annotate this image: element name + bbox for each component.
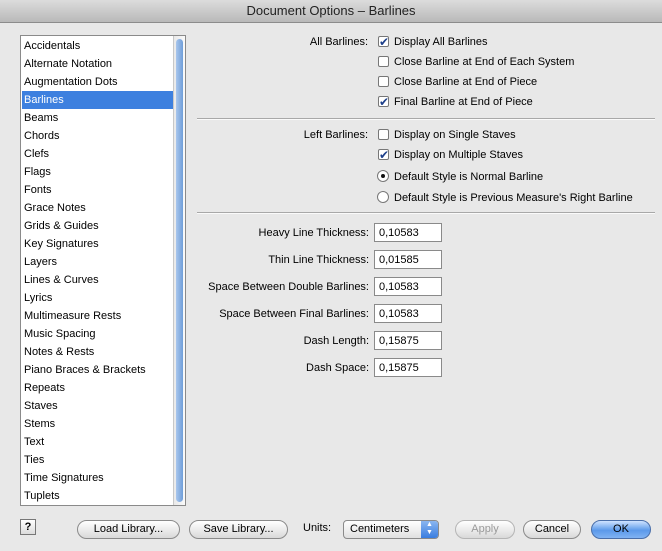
cancel-button[interactable]: Cancel (523, 520, 581, 539)
dash-space-input[interactable] (374, 358, 442, 377)
sidebar-item[interactable]: Music Spacing (22, 325, 173, 343)
document-options-window: Document Options – Barlines Accidentals A… (0, 0, 662, 551)
heavy-line-thickness-input[interactable] (374, 223, 442, 242)
sidebar-item[interactable]: Grids & Guides (22, 217, 173, 235)
sidebar-item[interactable]: Layers (22, 253, 173, 271)
sidebar-item[interactable]: Ties (22, 451, 173, 469)
display-single-staves-checkbox[interactable] (378, 129, 389, 140)
final-barline-end-piece-option[interactable]: Final Barline at End of Piece (378, 93, 533, 111)
sidebar-item[interactable]: Time Signatures (22, 469, 173, 487)
close-barline-end-piece-option[interactable]: Close Barline at End of Piece (378, 73, 537, 91)
sidebar-item[interactable]: Piano Braces & Brackets (22, 361, 173, 379)
ok-button[interactable]: OK (591, 520, 651, 539)
final-barline-end-piece-checkbox[interactable] (378, 93, 389, 111)
thin-line-thickness-label: Thin Line Thickness: (268, 254, 369, 266)
left-barlines-label: Left Barlines: (303, 129, 368, 141)
sidebar-item[interactable]: Beams (22, 109, 173, 127)
sidebar-item[interactable]: Barlines (22, 91, 173, 109)
category-list[interactable]: Accidentals Alternate Notation Augmentatio… (20, 35, 186, 506)
display-multiple-staves-checkbox[interactable] (378, 146, 389, 164)
space-final-barlines-input[interactable] (374, 304, 442, 323)
sidebar-item[interactable]: Grace Notes (22, 199, 173, 217)
sidebar-item[interactable]: Accidentals (22, 37, 173, 55)
default-previous-measure-option[interactable]: Default Style is Previous Measure's Righ… (377, 189, 633, 207)
sidebar-item[interactable]: Clefs (22, 145, 173, 163)
space-double-barlines-label: Space Between Double Barlines: (208, 281, 369, 293)
sidebar-item[interactable]: Alternate Notation (22, 55, 173, 73)
default-normal-barline-option[interactable]: Default Style is Normal Barline (377, 168, 543, 186)
display-multiple-staves-option[interactable]: Display on Multiple Staves (378, 146, 523, 164)
help-icon[interactable]: ? (20, 519, 36, 535)
display-all-barlines-checkbox[interactable] (378, 33, 389, 51)
sidebar-item[interactable]: Text (22, 433, 173, 451)
sidebar-item[interactable]: Flags (22, 163, 173, 181)
sidebar-item[interactable]: Notes & Rests (22, 343, 173, 361)
sidebar-item[interactable]: Lines & Curves (22, 271, 173, 289)
sidebar-item[interactable]: Fonts (22, 181, 173, 199)
sidebar-item[interactable]: Repeats (22, 379, 173, 397)
units-value: Centimeters (350, 523, 410, 535)
dash-length-input[interactable] (374, 331, 442, 350)
sidebar-item[interactable]: Key Signatures (22, 235, 173, 253)
apply-button[interactable]: Apply (455, 520, 515, 539)
sidebar-item[interactable]: Chords (22, 127, 173, 145)
thin-line-thickness-input[interactable] (374, 250, 442, 269)
sidebar-item[interactable]: Multimeasure Rests (22, 307, 173, 325)
close-barline-each-system-option[interactable]: Close Barline at End of Each System (378, 53, 574, 71)
default-normal-barline-radio[interactable] (377, 170, 389, 182)
space-final-barlines-label: Space Between Final Barlines: (219, 308, 369, 320)
category-scrollbar[interactable] (173, 36, 185, 505)
all-barlines-label: All Barlines: (309, 36, 368, 48)
sidebar-item[interactable]: Tuplets (22, 487, 173, 505)
units-label: Units: (303, 522, 332, 534)
sidebar-item[interactable]: Stems (22, 415, 173, 433)
updown-arrows-icon: ▲ ▼ (421, 521, 438, 538)
dash-space-label: Dash Space: (306, 362, 369, 374)
close-barline-end-piece-checkbox[interactable] (378, 76, 389, 87)
category-list-items: Accidentals Alternate Notation Augmentatio… (22, 37, 173, 505)
heavy-line-thickness-label: Heavy Line Thickness: (258, 227, 369, 239)
separator (197, 118, 655, 120)
default-previous-measure-radio[interactable] (377, 191, 389, 203)
window-title: Document Options – Barlines (0, 0, 662, 23)
separator (197, 212, 655, 214)
scroll-thumb[interactable] (176, 39, 183, 502)
display-single-staves-option[interactable]: Display on Single Staves (378, 126, 516, 144)
save-library-button[interactable]: Save Library... (189, 520, 288, 539)
display-all-barlines-option[interactable]: Display All Barlines (378, 33, 488, 51)
sidebar-item[interactable]: Staves (22, 397, 173, 415)
space-double-barlines-input[interactable] (374, 277, 442, 296)
sidebar-item[interactable]: Augmentation Dots (22, 73, 173, 91)
close-barline-each-system-checkbox[interactable] (378, 56, 389, 67)
units-select[interactable]: Centimeters ▲ ▼ (343, 520, 439, 539)
load-library-button[interactable]: Load Library... (77, 520, 180, 539)
sidebar-item[interactable]: Lyrics (22, 289, 173, 307)
dash-length-label: Dash Length: (303, 335, 369, 347)
